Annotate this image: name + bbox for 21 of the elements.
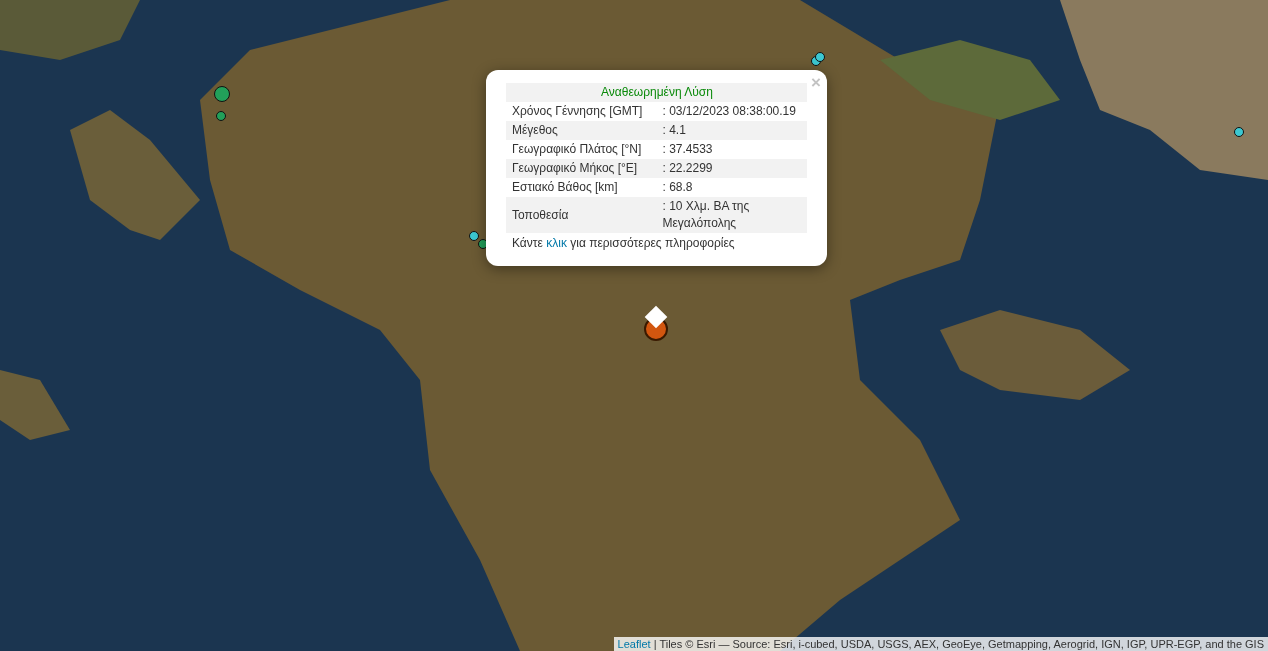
field-label: Χρόνος Γέννησης [GMT] — [506, 102, 657, 121]
field-label: Τοποθεσία — [506, 197, 657, 233]
field-label: Γεωγραφικό Πλάτος [°N] — [506, 140, 657, 159]
more-info-text: Κάντε κλικ για περισσότερες πληροφορίες — [511, 235, 736, 252]
field-value: : 37.4533 — [656, 140, 807, 159]
earthquake-marker[interactable] — [469, 231, 479, 241]
field-label: Μέγεθος — [506, 121, 657, 140]
earthquake-marker[interactable] — [216, 111, 226, 121]
earthquake-marker[interactable] — [1234, 127, 1244, 137]
earthquake-marker[interactable] — [815, 52, 825, 62]
field-value: : 22.2299 — [656, 159, 807, 178]
attribution-text: Leaflet | Tiles © Esri — Source: Esri, i-cubed, USDA, USGS, AEX, GeoEye, Getmapping, Aerogrid, IGN, IGP, UPR-EGP, and the GIS — [613, 637, 1268, 651]
field-value: : 03/12/2023 08:38:00.19 — [656, 102, 807, 121]
popup-title: Αναθεωρημένη Λύση — [506, 83, 807, 102]
field-value: : 10 Χλμ. ΒΑ της Μεγαλόπολης — [656, 197, 807, 233]
leaflet-link[interactable]: Leaflet — [617, 638, 651, 650]
field-value: : 4.1 — [656, 121, 807, 140]
field-label: Εστιακό Βάθος [km] — [506, 178, 657, 197]
field-value: : 68.8 — [656, 178, 807, 197]
more-info-link[interactable]: κλικ — [546, 236, 567, 250]
field-label: Γεωγραφικό Μήκος [°E] — [506, 159, 657, 178]
